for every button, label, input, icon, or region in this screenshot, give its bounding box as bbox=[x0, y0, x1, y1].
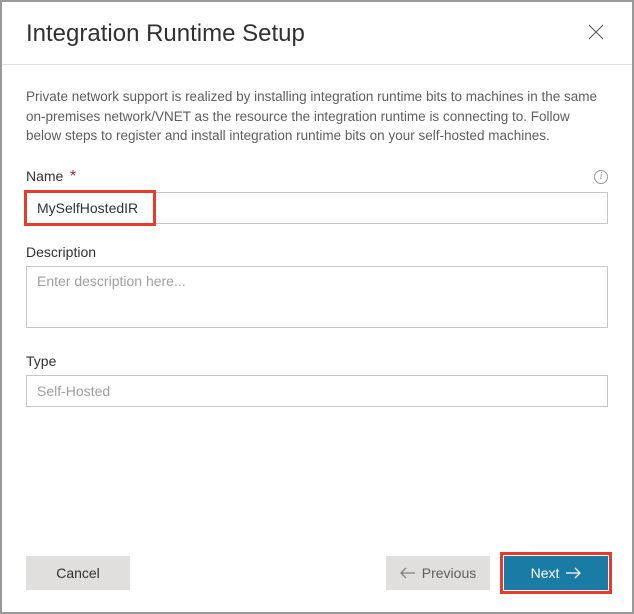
type-field: Type bbox=[26, 353, 608, 407]
info-icon[interactable]: i bbox=[594, 170, 608, 184]
name-label: Name bbox=[26, 168, 63, 184]
dialog-content: Private network support is realized by i… bbox=[2, 65, 632, 556]
next-label: Next bbox=[531, 565, 560, 581]
cancel-button[interactable]: Cancel bbox=[26, 556, 130, 590]
dialog-header: Integration Runtime Setup bbox=[2, 2, 632, 65]
close-icon bbox=[588, 24, 604, 40]
intro-text: Private network support is realized by i… bbox=[26, 87, 608, 146]
name-input[interactable] bbox=[26, 192, 608, 224]
cancel-label: Cancel bbox=[56, 565, 100, 581]
required-marker: * bbox=[70, 168, 76, 185]
previous-button[interactable]: Previous bbox=[386, 556, 490, 590]
description-label: Description bbox=[26, 244, 96, 260]
dialog-footer: Cancel Previous Next bbox=[2, 556, 632, 612]
dialog-title: Integration Runtime Setup bbox=[26, 20, 305, 48]
name-field: Name * i bbox=[26, 168, 608, 224]
description-field: Description bbox=[26, 244, 608, 333]
type-input bbox=[26, 375, 608, 407]
type-label: Type bbox=[26, 353, 56, 369]
description-input[interactable] bbox=[26, 266, 608, 328]
close-button[interactable] bbox=[584, 20, 608, 44]
arrow-left-icon bbox=[400, 567, 416, 579]
arrow-right-icon bbox=[565, 567, 581, 579]
next-button[interactable]: Next bbox=[504, 556, 608, 590]
previous-label: Previous bbox=[422, 565, 476, 581]
